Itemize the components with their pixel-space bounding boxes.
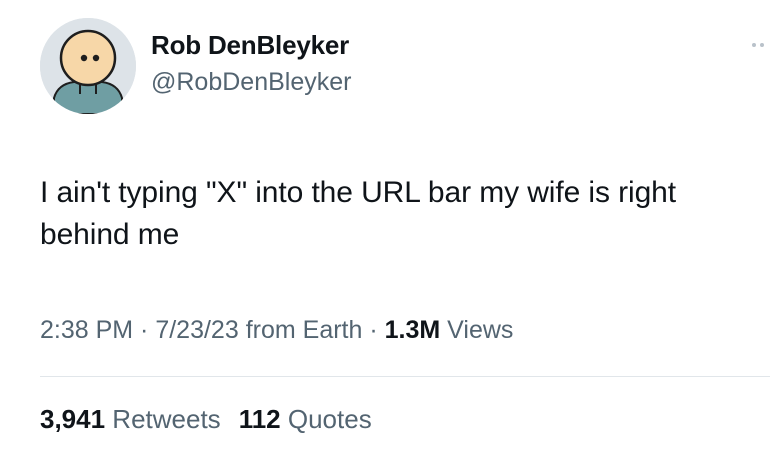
retweets-count: 3,941 bbox=[40, 404, 106, 434]
tweet-text: I ain't typing "X" into the URL bar my w… bbox=[40, 176, 676, 251]
avatar[interactable] bbox=[40, 18, 136, 114]
tweet-card: Rob DenBleyker @RobDenBleyker I ain't ty… bbox=[0, 0, 770, 464]
dot bbox=[760, 43, 764, 47]
cartoon-face-avatar-icon bbox=[40, 18, 136, 114]
quotes-link[interactable]: 112 Quotes bbox=[239, 404, 372, 434]
quotes-label: Quotes bbox=[280, 404, 372, 434]
more-dots-icon[interactable] bbox=[752, 40, 770, 50]
tweet-meta: 2:38 PM · 7/23/23 from Earth · 1.3M View… bbox=[40, 316, 513, 345]
views-label: Views bbox=[440, 316, 514, 344]
separator: · bbox=[362, 316, 385, 344]
author-handle[interactable]: @RobDenBleyker bbox=[151, 68, 351, 97]
tweet-stats: 3,941 Retweets 112 Quotes bbox=[40, 404, 372, 435]
tweet-source: from Earth bbox=[238, 316, 363, 344]
separator: · bbox=[133, 316, 156, 344]
retweets-link[interactable]: 3,941 Retweets bbox=[40, 404, 221, 434]
dot bbox=[752, 43, 756, 47]
tweet-time[interactable]: 2:38 PM bbox=[40, 316, 133, 344]
author-name[interactable]: Rob DenBleyker bbox=[151, 30, 349, 61]
quotes-count: 112 bbox=[238, 404, 281, 434]
tweet-date[interactable]: 7/23/23 bbox=[155, 316, 238, 344]
views-count: 1.3M bbox=[384, 316, 441, 344]
divider bbox=[40, 376, 770, 377]
retweets-label: Retweets bbox=[105, 404, 221, 434]
